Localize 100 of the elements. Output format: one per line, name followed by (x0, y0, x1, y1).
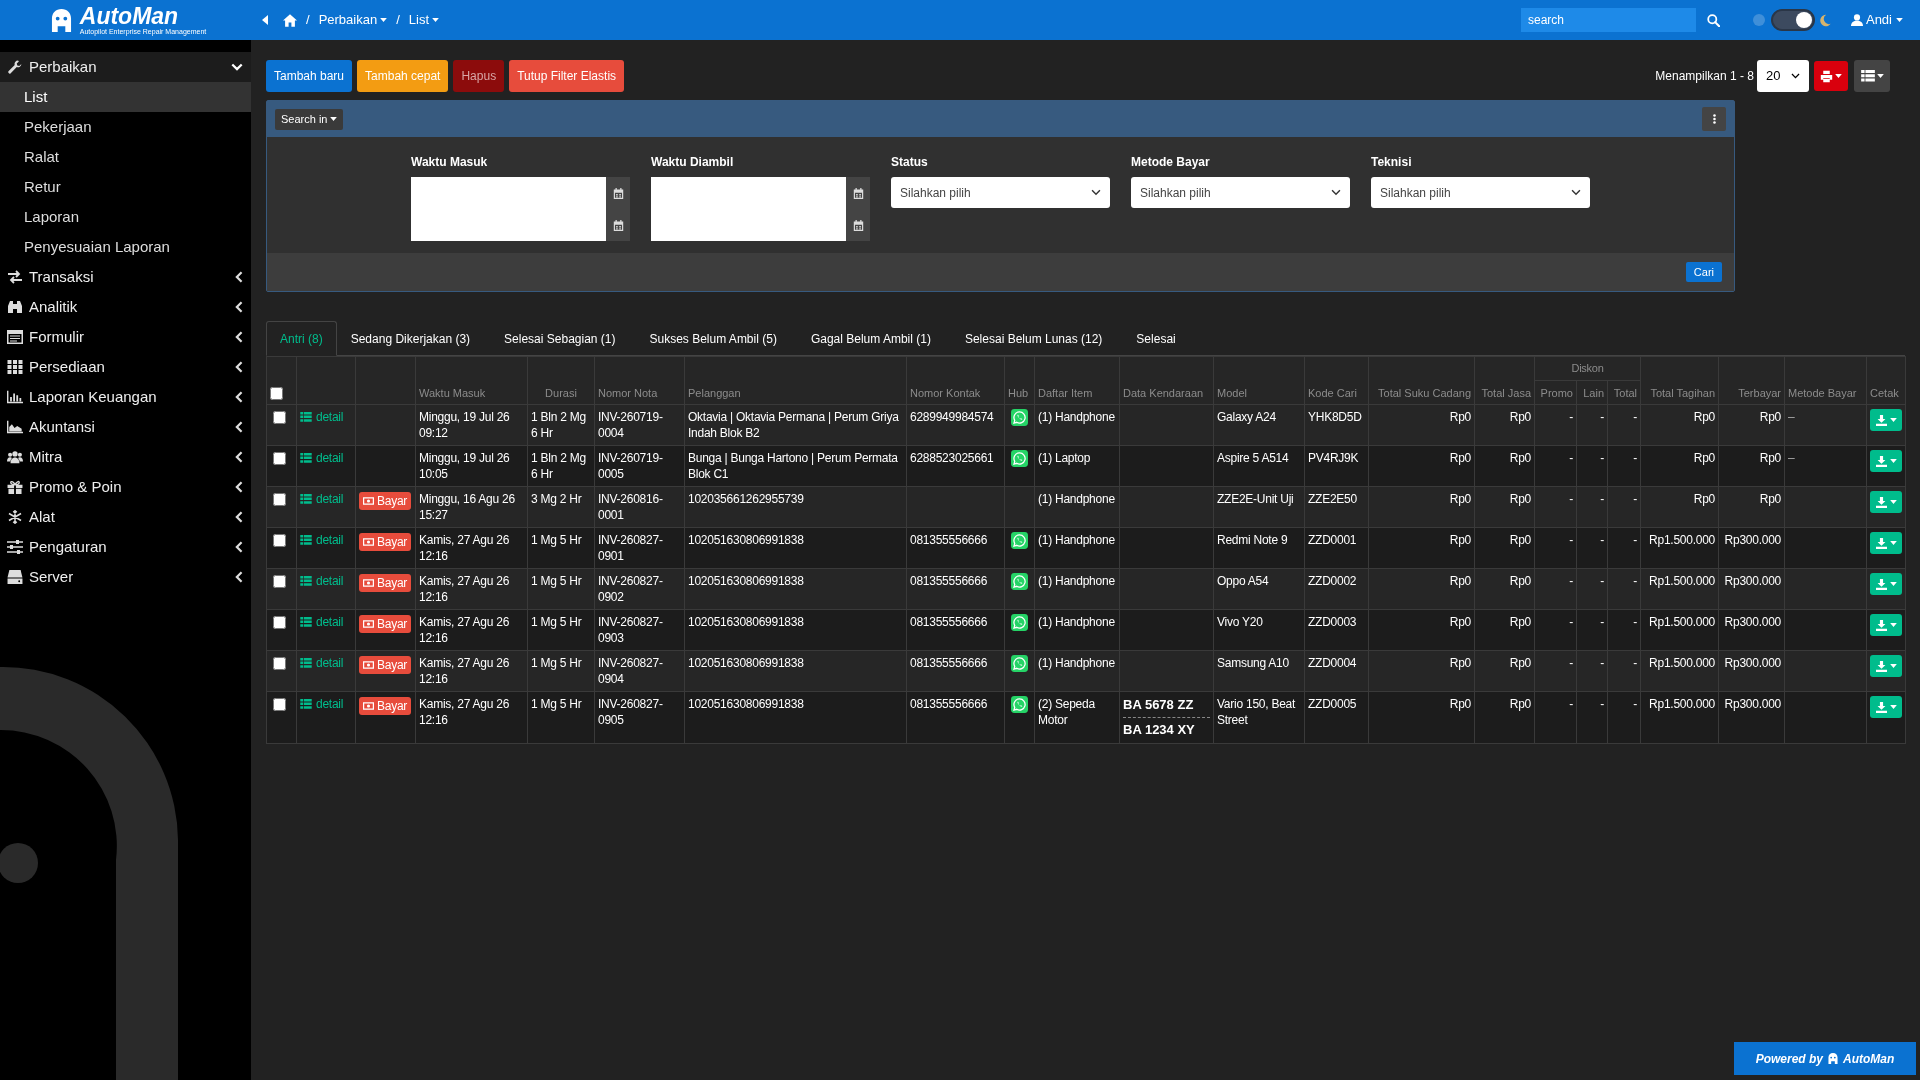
action-button[interactable]: Tambah baru (266, 60, 353, 92)
tab[interactable]: Selesai (1122, 321, 1190, 356)
model-cell: Vivo Y20 (1213, 609, 1305, 651)
search-field[interactable]: search (1520, 8, 1696, 32)
more-options-button[interactable] (1702, 107, 1726, 131)
chat-icon[interactable] (1011, 573, 1028, 590)
pay-button[interactable]: Bayar (359, 533, 412, 551)
tab[interactable]: Sedang Dikerjakan (3) (336, 321, 485, 356)
dropdown-field[interactable]: Silahkan pilih (1131, 177, 1350, 208)
select-all-checkbox[interactable] (270, 387, 283, 400)
home-icon[interactable] (283, 13, 297, 27)
amount-cell: Rp0 (1640, 445, 1719, 487)
pay-button[interactable]: Bayar (359, 615, 412, 633)
row-checkbox[interactable] (273, 657, 286, 670)
search-button[interactable]: Cari (1685, 262, 1722, 282)
chat-icon[interactable] (1011, 450, 1028, 467)
pay-button[interactable]: Bayar (359, 656, 412, 674)
calendar-button[interactable] (846, 209, 870, 241)
sidebar-submenu-item[interactable]: Laporan (0, 202, 251, 232)
row-checkbox[interactable] (273, 534, 286, 547)
sidebar-menu-item[interactable]: Persediaan (0, 352, 251, 382)
caret-left-icon[interactable] (262, 15, 268, 25)
date-input[interactable] (651, 177, 846, 209)
sidebar-menu-item[interactable]: Akuntansi (0, 412, 251, 442)
pay-button[interactable]: Bayar (359, 574, 412, 592)
calendar-button[interactable] (606, 209, 630, 241)
logo-icon[interactable] (50, 8, 72, 32)
date-input[interactable] (411, 209, 606, 241)
sidebar-submenu-item[interactable]: Pekerjaan (0, 112, 251, 142)
sidebar-submenu-item[interactable]: Ralat (0, 142, 251, 172)
sidebar-submenu-item[interactable]: List (0, 82, 251, 112)
row-checkbox[interactable] (273, 616, 286, 629)
calendar-button[interactable] (846, 177, 870, 209)
row-checkbox[interactable] (273, 493, 286, 506)
breadcrumb-link[interactable]: List (408, 10, 440, 30)
chevron-down-icon (1571, 189, 1581, 196)
sidebar-menu-item[interactable]: Perbaikan (0, 52, 251, 82)
print-menu-button[interactable] (1870, 655, 1903, 677)
tab[interactable]: Selesai Belum Lunas (12) (950, 321, 1117, 356)
chat-icon[interactable] (1011, 696, 1028, 713)
row-checkbox[interactable] (273, 575, 286, 588)
sidebar-menu-item[interactable]: Transaksi (0, 262, 251, 292)
print-menu-button[interactable] (1870, 409, 1903, 431)
dropdown-field[interactable]: Silahkan pilih (891, 177, 1110, 208)
print-menu-button[interactable] (1870, 532, 1903, 554)
tab[interactable]: Antri (8) (266, 321, 337, 356)
chat-icon[interactable] (1011, 532, 1028, 549)
print-menu-button[interactable] (1870, 491, 1903, 513)
money-icon (363, 497, 374, 505)
chevron-down-icon (1331, 189, 1341, 196)
chevron-left-icon (235, 571, 243, 583)
amount-cell: Rp0 (1368, 527, 1475, 569)
row-checkbox[interactable] (273, 452, 286, 465)
sidebar-submenu-item[interactable]: Penyesuaian Laporan (0, 232, 251, 262)
pay-button[interactable]: Bayar (359, 492, 412, 510)
chevron-left-icon (235, 331, 243, 343)
tab[interactable]: Selesai Sebagian (1) (490, 321, 630, 356)
chat-icon[interactable] (1011, 409, 1028, 426)
action-button[interactable]: Tutup Filter Elastis (509, 60, 625, 92)
sidebar-menu-item[interactable]: Pengaturan (0, 532, 251, 562)
pay-button[interactable]: Bayar (359, 697, 412, 715)
sidebar-menu-item[interactable]: Promo & Poin (0, 472, 251, 502)
caret-down-icon (1889, 664, 1897, 668)
sidebar-menu-item[interactable]: Mitra (0, 442, 251, 472)
breadcrumb-link[interactable]: Perbaikan (318, 10, 388, 30)
row-checkbox[interactable] (273, 698, 286, 711)
search-icon[interactable] (1706, 13, 1720, 27)
print-menu-button[interactable] (1870, 450, 1903, 472)
list-icon (300, 535, 312, 545)
date-input[interactable] (651, 209, 846, 241)
print-menu-button[interactable] (1870, 696, 1903, 718)
search-code-cell: ZZD0003 (1304, 609, 1369, 651)
user-menu[interactable]: Andi (1850, 10, 1903, 30)
sidebar-menu-item[interactable]: Server (0, 562, 251, 592)
sidebar-menu-item[interactable]: Alat (0, 502, 251, 532)
search-in-button[interactable]: Search in (275, 108, 344, 130)
sidebar-menu-item[interactable]: Formulir (0, 322, 251, 352)
sidebar-menu-item[interactable]: Laporan Keuangan (0, 382, 251, 412)
form-icon (7, 330, 23, 344)
print-button[interactable] (1814, 61, 1848, 91)
page-size-select[interactable]: 20 (1757, 60, 1809, 92)
row-checkbox[interactable] (273, 411, 286, 424)
amount-cell: Rp0 (1368, 486, 1475, 528)
tab[interactable]: Sukses Belum Ambil (5) (635, 321, 791, 356)
phone-cell: 081355556666 (906, 568, 1005, 610)
caret-down-icon (1889, 459, 1897, 463)
sidebar-submenu-item[interactable]: Retur (0, 172, 251, 202)
dropdown-field[interactable]: Silahkan pilih (1371, 177, 1590, 208)
view-options-button[interactable] (1854, 60, 1890, 92)
print-menu-button[interactable] (1870, 573, 1903, 595)
date-input[interactable] (411, 177, 606, 209)
tab[interactable]: Gagal Belum Ambil (1) (796, 321, 945, 356)
chat-icon[interactable] (1011, 614, 1028, 631)
print-menu-button[interactable] (1870, 614, 1903, 636)
chevron-left-icon (235, 361, 243, 373)
download-icon (1875, 537, 1887, 549)
chat-icon[interactable] (1011, 655, 1028, 672)
calendar-button[interactable] (606, 177, 630, 209)
sidebar-menu-item[interactable]: Analitik (0, 292, 251, 322)
theme-toggle[interactable] (1770, 9, 1815, 31)
